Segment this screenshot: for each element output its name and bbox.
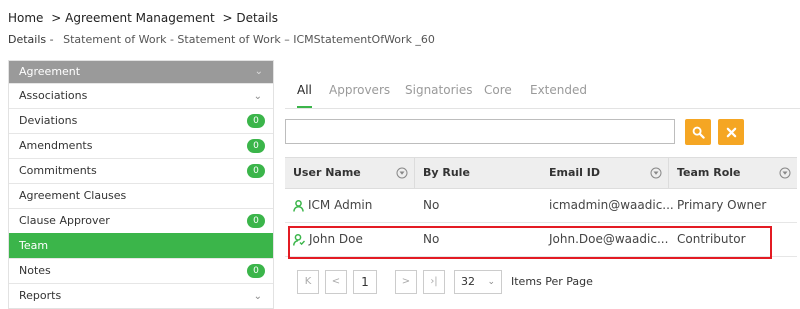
page-title: Details - Statement of Work - Statement … bbox=[8, 33, 435, 46]
table-row[interactable]: John Doe No John.Doe@waadic... Contribut… bbox=[285, 223, 797, 257]
count-badge: 0 bbox=[247, 214, 265, 228]
chevron-down-icon: ⌄ bbox=[253, 91, 262, 102]
team-panel: All Approvers Signatories Core Extended … bbox=[285, 60, 800, 309]
column-header-user-name[interactable]: User Name bbox=[285, 158, 415, 188]
chevron-down-icon: ⌄ bbox=[487, 277, 495, 287]
column-header-label: By Rule bbox=[423, 166, 470, 179]
sidebar-item-agreement-clauses[interactable]: Agreement Clauses bbox=[9, 183, 273, 208]
sidebar-item-label: Reports bbox=[19, 289, 62, 302]
breadcrumb-details: > Details bbox=[222, 11, 278, 25]
search-icon bbox=[692, 126, 705, 139]
tab-bar: All Approvers Signatories Core Extended bbox=[285, 80, 800, 109]
sidebar-item-commitments[interactable]: Commitments 0 bbox=[9, 158, 273, 183]
tab-signatories[interactable]: Signatories bbox=[405, 80, 472, 100]
page-number[interactable]: 1 bbox=[353, 270, 377, 294]
sidebar-header[interactable]: Agreement ⌄ bbox=[9, 61, 273, 83]
clear-button[interactable] bbox=[718, 119, 744, 145]
sidebar-item-deviations[interactable]: Deviations 0 bbox=[9, 108, 273, 133]
page-title-value: Statement of Work - Statement of Work – … bbox=[63, 33, 435, 46]
sidebar-item-notes[interactable]: Notes 0 bbox=[9, 258, 273, 283]
search-button[interactable] bbox=[685, 119, 711, 145]
user-name[interactable]: John Doe bbox=[309, 232, 363, 246]
breadcrumb-home[interactable]: Home bbox=[8, 11, 43, 25]
pagination: K < 1 > ›| 32 ⌄ Items Per Page bbox=[297, 270, 797, 296]
tab-all[interactable]: All bbox=[297, 80, 312, 108]
sidebar-item-label: Team bbox=[19, 239, 49, 252]
prev-page-button[interactable]: < bbox=[325, 270, 347, 294]
team-table: User Name By Rule Email ID Team Role ICM… bbox=[285, 157, 797, 257]
cell-user-name: John Doe bbox=[285, 223, 417, 256]
column-header-email-id[interactable]: Email ID bbox=[541, 158, 669, 188]
sidebar-item-associations[interactable]: Associations ⌄ bbox=[9, 83, 273, 108]
cell-user-name: ICM Admin bbox=[285, 189, 417, 222]
count-badge: 0 bbox=[247, 114, 265, 128]
items-per-page-label: Items Per Page bbox=[511, 275, 593, 288]
sidebar-item-label: Associations bbox=[19, 89, 88, 102]
sidebar-item-team[interactable]: Team bbox=[9, 233, 273, 258]
tab-extended[interactable]: Extended bbox=[530, 80, 587, 100]
close-icon bbox=[726, 127, 736, 137]
user-icon bbox=[293, 233, 305, 246]
cell-team-role: Contributor bbox=[677, 232, 746, 246]
search-input[interactable] bbox=[285, 119, 675, 144]
tab-approvers[interactable]: Approvers bbox=[329, 80, 390, 100]
cell-email-id: icmadmin@waadic... bbox=[549, 198, 673, 212]
table-row[interactable]: ICM Admin No icmadmin@waadic... Primary … bbox=[285, 189, 797, 223]
filter-icon[interactable] bbox=[650, 167, 662, 179]
page-size-select[interactable]: 32 ⌄ bbox=[454, 270, 502, 294]
user-icon bbox=[293, 199, 304, 212]
chevron-down-icon: ⌄ bbox=[253, 291, 262, 302]
filter-icon[interactable] bbox=[779, 167, 791, 179]
sidebar-header-label: Agreement bbox=[19, 65, 81, 78]
count-badge: 0 bbox=[247, 139, 265, 153]
column-header-label: Team Role bbox=[677, 166, 741, 179]
count-badge: 0 bbox=[247, 164, 265, 178]
breadcrumb-agreement-management[interactable]: > Agreement Management bbox=[51, 11, 214, 25]
column-header-label: User Name bbox=[293, 166, 361, 179]
cell-email-id: John.Doe@waadic... bbox=[549, 232, 669, 246]
chevron-down-icon: ⌄ bbox=[254, 66, 263, 77]
next-page-button[interactable]: > bbox=[395, 270, 417, 294]
sidebar-item-label: Amendments bbox=[19, 139, 93, 152]
sidebar-item-label: Agreement Clauses bbox=[19, 189, 127, 202]
sidebar-item-label: Deviations bbox=[19, 114, 78, 127]
first-page-button[interactable]: K bbox=[297, 270, 319, 294]
cell-by-rule: No bbox=[423, 198, 440, 212]
cell-by-rule: No bbox=[423, 232, 440, 246]
page-title-separator: - bbox=[49, 33, 54, 46]
sidebar-item-label: Clause Approver bbox=[19, 214, 110, 227]
column-header-team-role[interactable]: Team Role bbox=[669, 158, 797, 188]
page-title-label: Details bbox=[8, 33, 47, 46]
last-page-button[interactable]: ›| bbox=[423, 270, 445, 294]
page-size-value: 32 bbox=[461, 275, 475, 288]
sidebar-item-amendments[interactable]: Amendments 0 bbox=[9, 133, 273, 158]
column-header-by-rule[interactable]: By Rule bbox=[415, 158, 543, 188]
breadcrumb: Home > Agreement Management > Details bbox=[8, 11, 282, 25]
tab-core[interactable]: Core bbox=[484, 80, 512, 100]
sidebar: Agreement ⌄ Associations ⌄ Deviations 0 … bbox=[8, 60, 274, 309]
sidebar-item-label: Commitments bbox=[19, 164, 97, 177]
user-name[interactable]: ICM Admin bbox=[308, 198, 372, 212]
sidebar-item-clause-approver[interactable]: Clause Approver 0 bbox=[9, 208, 273, 233]
table-header: User Name By Rule Email ID Team Role bbox=[285, 157, 797, 189]
cell-team-role: Primary Owner bbox=[677, 198, 767, 212]
sidebar-item-label: Notes bbox=[19, 264, 51, 277]
count-badge: 0 bbox=[247, 264, 265, 278]
sidebar-item-reports[interactable]: Reports ⌄ bbox=[9, 283, 273, 308]
filter-icon[interactable] bbox=[396, 167, 408, 179]
column-header-label: Email ID bbox=[549, 166, 600, 179]
